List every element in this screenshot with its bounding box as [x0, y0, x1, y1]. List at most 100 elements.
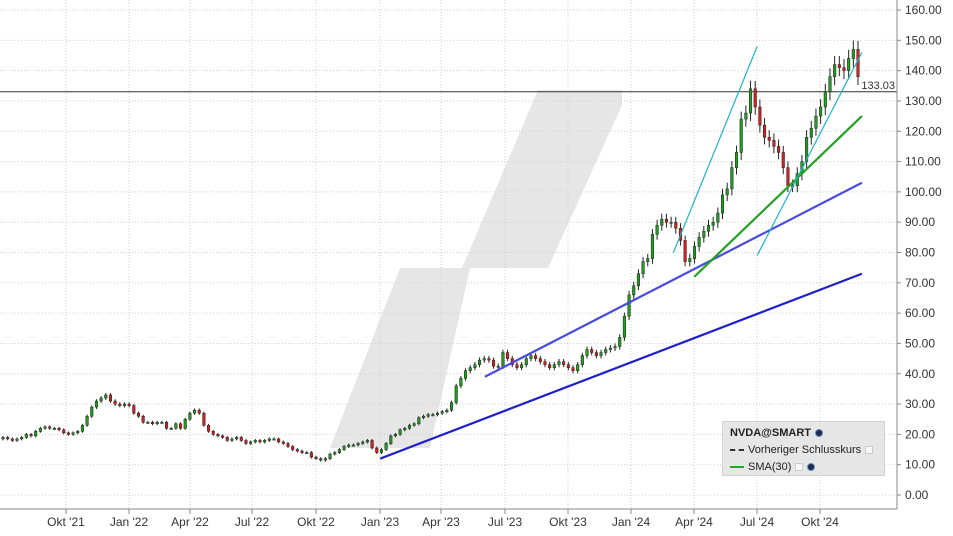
candle-body [1, 437, 5, 440]
candle-body [300, 450, 304, 453]
candle-body [562, 361, 566, 365]
candle-body [496, 365, 500, 368]
candle-body [674, 221, 678, 229]
visibility-box-icon[interactable] [795, 463, 804, 471]
candle-body [104, 394, 108, 399]
visibility-box-icon[interactable] [865, 446, 874, 454]
y-tick-label: 30.00 [905, 397, 935, 411]
candle-body [48, 426, 52, 429]
candle-body [62, 429, 66, 434]
candle-body [407, 425, 412, 429]
candle-body [351, 444, 355, 447]
candle-body [492, 359, 496, 367]
x-tick-label: Jul '23 [488, 515, 523, 529]
dashed-line-swatch-icon [730, 449, 744, 451]
candle-body [664, 218, 668, 223]
candle-body [767, 137, 771, 141]
candle-body [697, 237, 701, 247]
x-tick-label: Okt '22 [297, 515, 335, 529]
candle-body [277, 438, 281, 443]
candle-body [225, 437, 229, 441]
legend-item-label: SMA(30) [748, 461, 792, 473]
candle-body [613, 346, 617, 349]
candle-body [356, 443, 360, 446]
candle-body [482, 358, 486, 361]
candle-body [501, 352, 505, 367]
candle-body [744, 112, 748, 120]
candle-body [445, 409, 449, 412]
x-tick-label: Jul '24 [740, 515, 775, 529]
candle-body [809, 127, 813, 138]
candle-body [319, 458, 323, 461]
candle-body [328, 453, 332, 459]
candle-body [347, 444, 351, 447]
candle-body [80, 425, 84, 432]
candle-body [716, 212, 720, 223]
candle-body [136, 412, 141, 417]
y-tick-label: 100.00 [905, 185, 942, 199]
candle-body [337, 449, 341, 453]
candle-body [543, 361, 547, 365]
candle-body [739, 118, 743, 153]
candle-body [608, 347, 612, 350]
candle-body [384, 443, 388, 450]
candle-body [314, 456, 318, 459]
candle-body [837, 64, 841, 68]
settings-dot-icon[interactable] [815, 429, 824, 437]
candle-body [711, 221, 715, 226]
candle-body [211, 431, 215, 435]
candle-body [183, 418, 187, 429]
y-tick-label: 20.00 [905, 427, 935, 441]
candle-body [291, 446, 295, 450]
candle-body [590, 349, 594, 353]
candle-body [85, 415, 89, 426]
candle-body [669, 221, 673, 224]
candle-body [604, 349, 608, 353]
candle-body [24, 434, 28, 438]
candle-body [725, 188, 729, 196]
candle-body [449, 402, 454, 411]
candle-body [468, 367, 472, 371]
candle-body [459, 378, 463, 387]
y-tick-label: 50.00 [905, 336, 935, 350]
previous-close-line: 133.03 [0, 80, 897, 93]
candle-body [454, 385, 458, 403]
candle-body [76, 431, 80, 434]
candle-body [375, 447, 379, 453]
candle-body [10, 438, 14, 441]
candle-body [174, 423, 178, 429]
y-tick-label: 10.00 [905, 458, 935, 472]
candle-body [702, 231, 706, 238]
candle-body [393, 434, 397, 437]
candle-body [94, 400, 98, 408]
x-tick-label: Jan '22 [110, 515, 149, 529]
candle-body [20, 437, 24, 440]
candle-body [706, 224, 711, 232]
y-tick-label: 150.00 [905, 33, 942, 47]
candle-body [650, 234, 654, 259]
y-tick-label: 110.00 [905, 155, 941, 169]
y-tick-label: 120.00 [905, 124, 942, 138]
candle-body [720, 194, 725, 214]
candle-body [309, 452, 313, 458]
candle-body [576, 364, 580, 371]
legend-symbol: NVDA@SMART [730, 427, 812, 439]
legend-item-sma[interactable]: SMA(30) [730, 460, 816, 474]
candle-body [823, 91, 827, 108]
y-tick-label: 60.00 [905, 306, 935, 320]
legend-item-previous-close[interactable]: Vorheriger Schlusskurs [730, 443, 874, 457]
candle-body [15, 438, 19, 441]
candle-body [57, 428, 61, 431]
candle-body [646, 258, 650, 262]
candle-body [197, 409, 201, 414]
candle-body [258, 440, 262, 443]
candle-body [286, 443, 290, 447]
legend-title-row: NVDA@SMART [730, 426, 824, 440]
x-tick-label: Okt '24 [801, 515, 839, 529]
candle-body [216, 434, 220, 437]
settings-dot-icon[interactable] [807, 463, 816, 471]
x-tick-label: Okt '23 [549, 515, 587, 529]
chart-legend: NVDA@SMART Vorheriger Schlusskurs SMA(30… [722, 421, 885, 476]
candle-body [856, 49, 860, 77]
candle-body [193, 409, 197, 414]
